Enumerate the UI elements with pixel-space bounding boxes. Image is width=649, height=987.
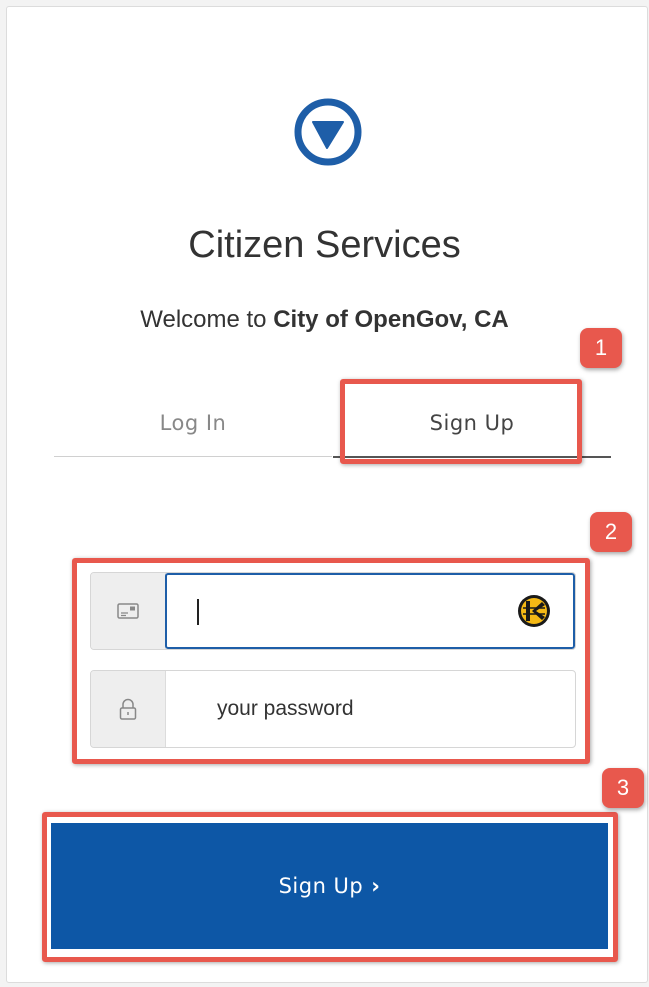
welcome-text: Welcome to City of OpenGov, CA (0, 306, 649, 334)
annotation-badge-1: 1 (580, 328, 622, 368)
org-name: City of OpenGov, CA (273, 306, 509, 333)
auth-tabs: Log In Sign Up (54, 390, 611, 458)
tab-sign-up[interactable]: Sign Up (333, 390, 611, 458)
sign-up-button[interactable]: Sign Up › (51, 823, 608, 949)
email-field[interactable] (90, 572, 576, 650)
envelope-icon (117, 603, 139, 619)
password-addon (91, 671, 166, 747)
welcome-prefix: Welcome to (140, 306, 274, 333)
lock-icon (119, 698, 137, 720)
keeper-password-manager-icon[interactable] (517, 594, 551, 628)
email-addon (91, 573, 166, 649)
page-title: Citizen Services (188, 224, 461, 266)
opengov-logo-icon (294, 98, 362, 166)
sign-up-button-label: Sign Up (278, 874, 364, 898)
text-caret (197, 599, 199, 625)
tab-log-in[interactable]: Log In (54, 390, 332, 457)
chevron-right-icon: › (371, 874, 381, 898)
annotation-badge-2: 2 (590, 512, 632, 552)
password-field[interactable]: your password (90, 670, 576, 748)
password-input[interactable]: your password (217, 671, 354, 747)
email-input[interactable] (165, 573, 575, 649)
annotation-badge-3: 3 (602, 768, 644, 808)
